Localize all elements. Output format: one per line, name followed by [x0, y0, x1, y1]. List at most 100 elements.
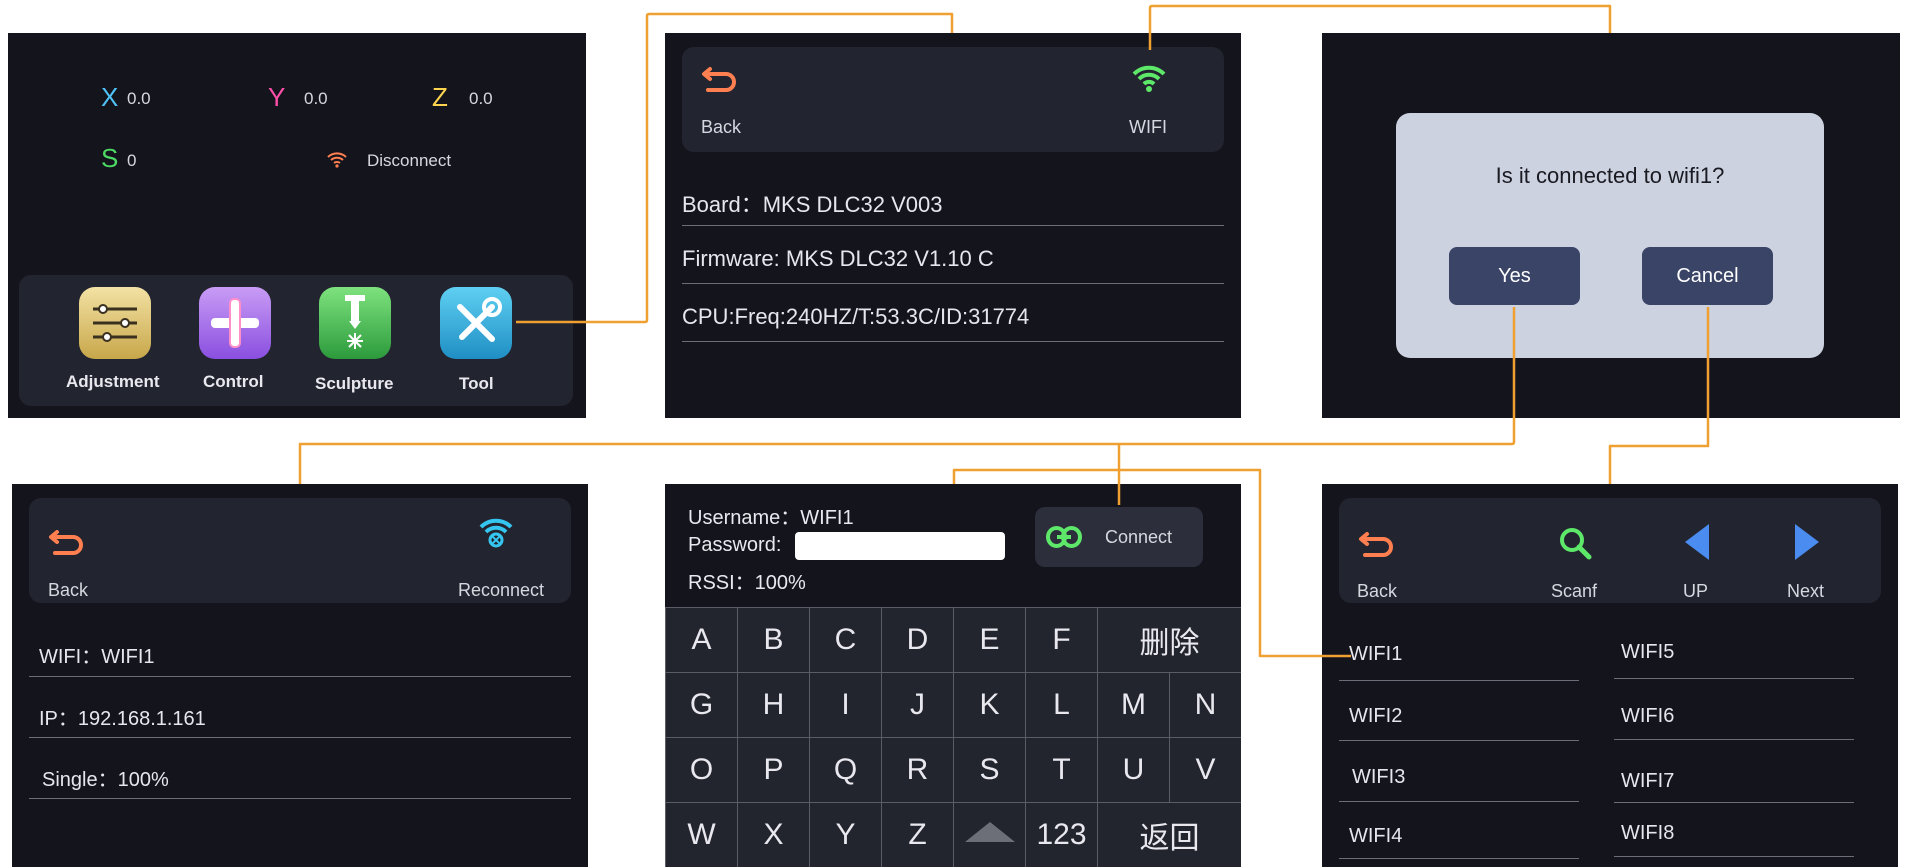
password-screen: Username：WIFI1 Password: RSSI：100% Conne…: [665, 484, 1241, 867]
key-o[interactable]: O: [666, 738, 738, 803]
key-w[interactable]: W: [666, 803, 738, 867]
app-label-adjustment: Adjustment: [66, 372, 160, 391]
app-label-tool: Tool: [459, 374, 494, 393]
divider: [29, 737, 571, 738]
spindle-s-value: 0: [127, 151, 137, 170]
key-y[interactable]: Y: [810, 803, 882, 867]
divider: [682, 341, 1224, 342]
wifi-list-item[interactable]: WIFI8: [1621, 822, 1674, 845]
sculpture-icon[interactable]: [319, 287, 391, 359]
wifi-status-screen: Back Reconnect WIFI：WIFI1 IP：192.168.1.1…: [12, 484, 588, 867]
key-v[interactable]: V: [1170, 738, 1241, 803]
key-return[interactable]: 返回: [1098, 803, 1241, 867]
search-icon[interactable]: [1558, 526, 1592, 560]
main-screen: X 0.0 Y 0.0 Z 0.0 S 0 Disconnect Adjustm…: [8, 33, 586, 418]
triangle-left-icon[interactable]: [1683, 522, 1711, 562]
shift-up-icon: [963, 818, 1017, 852]
wifi-disconnect-icon: [326, 150, 348, 168]
key-p[interactable]: P: [738, 738, 810, 803]
key-g[interactable]: G: [666, 673, 738, 738]
wifi-icon[interactable]: [1131, 63, 1167, 93]
ip-row: IP：192.168.1.161: [39, 708, 206, 730]
wifi-list-item[interactable]: WIFI2: [1349, 705, 1402, 728]
axis-y-value: 0.0: [304, 89, 328, 108]
wifi-list-item[interactable]: WIFI3: [1352, 766, 1405, 789]
axis-x-value: 0.0: [127, 89, 151, 108]
key-i[interactable]: I: [810, 673, 882, 738]
tool-icon[interactable]: [440, 287, 512, 359]
key-a[interactable]: A: [666, 608, 738, 673]
connect-button[interactable]: Connect: [1035, 507, 1203, 567]
key-s[interactable]: S: [954, 738, 1026, 803]
back-button[interactable]: Back: [48, 580, 88, 601]
wifi-name-row: WIFI：WIFI1: [39, 646, 155, 668]
yes-button[interactable]: Yes: [1449, 247, 1580, 305]
triangle-right-icon[interactable]: [1793, 522, 1821, 562]
key-delete[interactable]: 删除: [1098, 608, 1241, 673]
key-r[interactable]: R: [882, 738, 954, 803]
key-c[interactable]: C: [810, 608, 882, 673]
divider: [29, 676, 571, 677]
rssi-label: RSSI：100%: [688, 572, 806, 594]
key-n[interactable]: N: [1170, 673, 1241, 738]
reconnect-button[interactable]: Reconnect: [458, 580, 544, 601]
scan-button[interactable]: Scanf: [1551, 581, 1597, 602]
key-123[interactable]: 123: [1026, 803, 1098, 867]
wifi-list-item[interactable]: WIFI1: [1349, 643, 1402, 666]
top-bar: Back WIFI: [682, 47, 1224, 152]
wifi-list-item[interactable]: WIFI4: [1349, 825, 1402, 848]
key-d[interactable]: D: [882, 608, 954, 673]
divider: [1614, 802, 1854, 803]
key-l[interactable]: L: [1026, 673, 1098, 738]
divider: [1614, 856, 1854, 857]
connect-label: Connect: [1105, 527, 1173, 547]
dialog-question: Is it connected to wifi1?: [1495, 163, 1725, 188]
key-m[interactable]: M: [1098, 673, 1170, 738]
top-bar: Back Scanf UP Next: [1339, 498, 1881, 603]
key-j[interactable]: J: [882, 673, 954, 738]
top-bar: Back Reconnect: [29, 498, 571, 603]
key-q[interactable]: Q: [810, 738, 882, 803]
key-b[interactable]: B: [738, 608, 810, 673]
control-icon[interactable]: [199, 287, 271, 359]
back-button[interactable]: Back: [701, 117, 741, 138]
next-button[interactable]: Next: [1787, 581, 1824, 602]
key-f[interactable]: F: [1026, 608, 1098, 673]
wifi-scan-screen: Back Scanf UP Next WIFI1 WIFI2 WIFI3 WIF…: [1322, 484, 1898, 867]
back-button[interactable]: Back: [1357, 581, 1397, 602]
username-label: Username：WIFI1: [688, 507, 854, 529]
wifi-list-item[interactable]: WIFI6: [1621, 705, 1674, 728]
adjustment-icon[interactable]: [79, 287, 151, 359]
key-z[interactable]: Z: [882, 803, 954, 867]
up-button[interactable]: UP: [1683, 581, 1708, 602]
link-icon: [1045, 523, 1083, 551]
on-screen-keyboard: A B C D E F 删除 G H I J K L M N O P Q R S…: [665, 607, 1241, 867]
key-e[interactable]: E: [954, 608, 1026, 673]
reconnect-icon[interactable]: [478, 516, 514, 548]
divider: [1339, 801, 1579, 802]
back-icon[interactable]: [47, 526, 87, 558]
divider: [1339, 858, 1579, 859]
app-dock: Adjustment Control Sculpture Tool: [19, 275, 573, 406]
back-icon[interactable]: [1357, 528, 1397, 560]
key-k[interactable]: K: [954, 673, 1026, 738]
divider: [682, 225, 1224, 226]
signal-row: Single：100%: [42, 769, 169, 791]
divider: [29, 798, 571, 799]
cancel-button[interactable]: Cancel: [1642, 247, 1773, 305]
password-input[interactable]: [795, 532, 1005, 560]
spindle-s-label: S: [101, 143, 119, 173]
key-shift[interactable]: [954, 803, 1026, 867]
wifi-list-item[interactable]: WIFI7: [1621, 770, 1674, 793]
key-t[interactable]: T: [1026, 738, 1098, 803]
divider: [682, 283, 1224, 284]
wifi-list-item[interactable]: WIFI5: [1621, 641, 1674, 664]
key-h[interactable]: H: [738, 673, 810, 738]
wifi-button[interactable]: WIFI: [1129, 117, 1167, 138]
confirm-dialog: Is it connected to wifi1? Yes Cancel: [1396, 113, 1824, 358]
key-x[interactable]: X: [738, 803, 810, 867]
back-icon[interactable]: [700, 63, 740, 95]
divider: [1339, 740, 1579, 741]
info-screen: Back WIFI Board：MKS DLC32 V003 Firmware:…: [665, 33, 1241, 418]
key-u[interactable]: U: [1098, 738, 1170, 803]
